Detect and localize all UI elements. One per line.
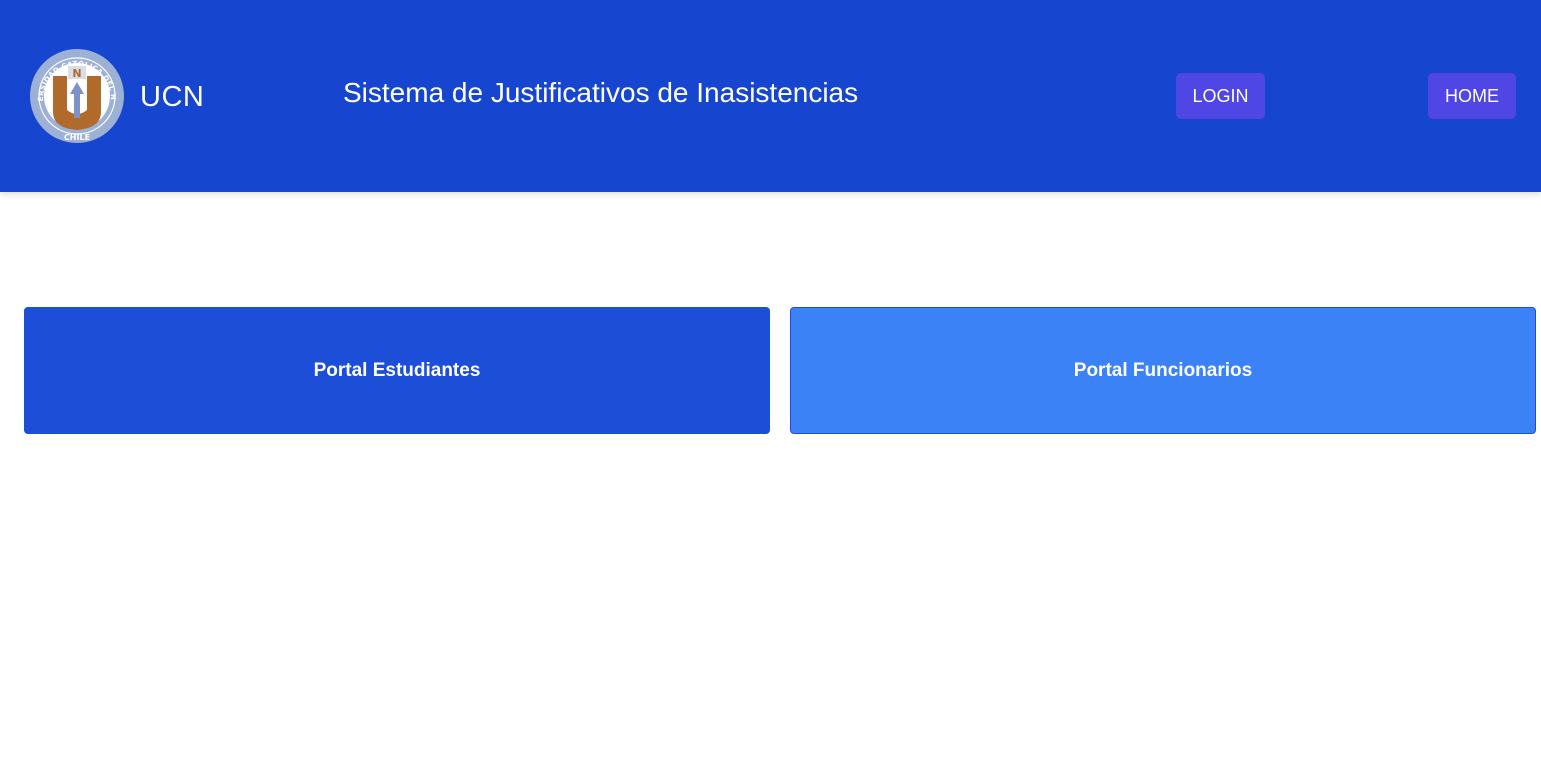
portal-estudiantes-card[interactable]: Portal Estudiantes: [24, 307, 770, 434]
logo-monogram-letter: N: [72, 67, 81, 80]
home-button[interactable]: HOME: [1428, 73, 1516, 119]
login-button[interactable]: LOGIN: [1176, 73, 1265, 119]
portal-funcionarios-card[interactable]: Portal Funcionarios: [790, 307, 1536, 434]
portal-funcionarios-label: Portal Funcionarios: [1073, 359, 1253, 381]
brand-name: UCN: [140, 81, 205, 113]
portal-estudiantes-label: Portal Estudiantes: [313, 359, 481, 381]
ucn-logo[interactable]: UNIVERSIDAD CATÓLICA DEL NORTE CHILE N U: [29, 48, 125, 144]
page-title: Sistema de Justificativos de Inasistenci…: [343, 77, 859, 108]
logo-bottom-text: CHILE: [64, 133, 90, 142]
top-header: UNIVERSIDAD CATÓLICA DEL NORTE CHILE N U…: [0, 0, 1541, 192]
